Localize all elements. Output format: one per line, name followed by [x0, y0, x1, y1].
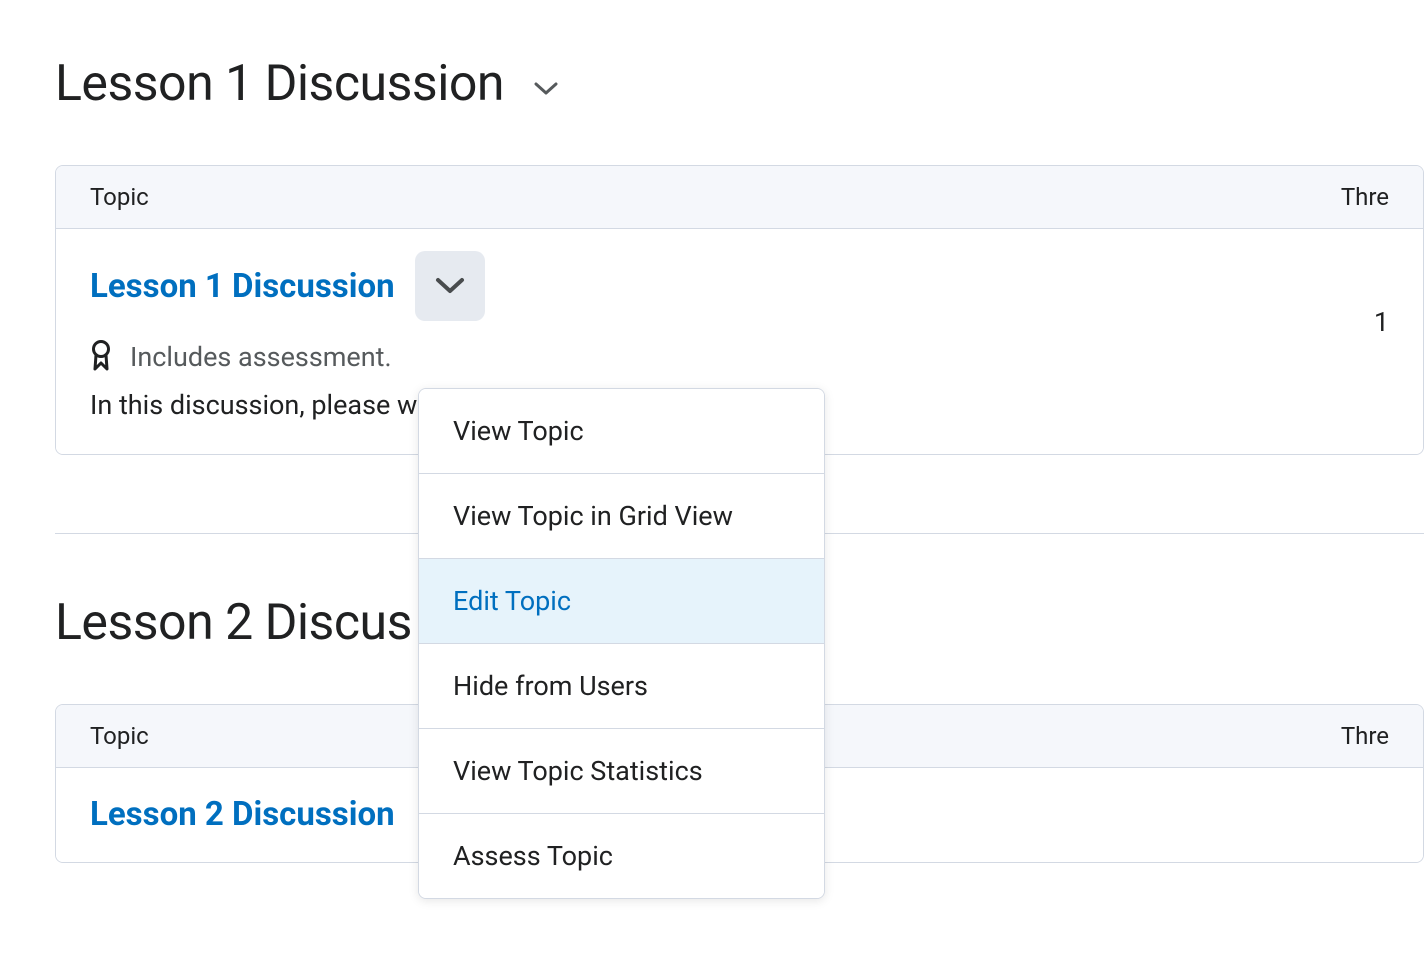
col-header-threads: Thre — [1341, 183, 1389, 211]
menu-item-view-statistics[interactable]: View Topic Statistics — [419, 729, 824, 814]
col-header-topic: Topic — [90, 183, 1341, 211]
topic-dropdown-menu: View Topic View Topic in Grid View Edit … — [418, 388, 825, 899]
topic-link-row: Lesson 1 Discussion — [90, 251, 1374, 321]
assessment-row: Includes assessment. — [90, 339, 1374, 375]
topic-link-1[interactable]: Lesson 1 Discussion — [90, 267, 395, 306]
menu-item-view-topic[interactable]: View Topic — [419, 389, 824, 474]
threads-count: 1 — [1374, 306, 1389, 338]
table-header: Topic Thre — [56, 166, 1423, 229]
chevron-down-icon — [435, 277, 465, 295]
menu-item-hide-users[interactable]: Hide from Users — [419, 644, 824, 729]
ribbon-icon — [90, 339, 112, 375]
chevron-down-icon[interactable] — [534, 82, 558, 96]
menu-item-edit-topic[interactable]: Edit Topic — [419, 559, 824, 644]
section-header-1: Lesson 1 Discussion — [55, 55, 1424, 113]
assessment-label: Includes assessment. — [130, 341, 392, 373]
topic-link-2[interactable]: Lesson 2 Discussion — [90, 795, 395, 834]
col-header-threads-2: Thre — [1341, 722, 1389, 750]
menu-item-assess-topic[interactable]: Assess Topic — [419, 814, 824, 898]
topic-dropdown-button[interactable] — [415, 251, 485, 321]
menu-item-view-grid[interactable]: View Topic in Grid View — [419, 474, 824, 559]
section-title-2: Lesson 2 Discus — [55, 594, 412, 652]
section-title-1: Lesson 1 Discussion — [55, 55, 504, 113]
